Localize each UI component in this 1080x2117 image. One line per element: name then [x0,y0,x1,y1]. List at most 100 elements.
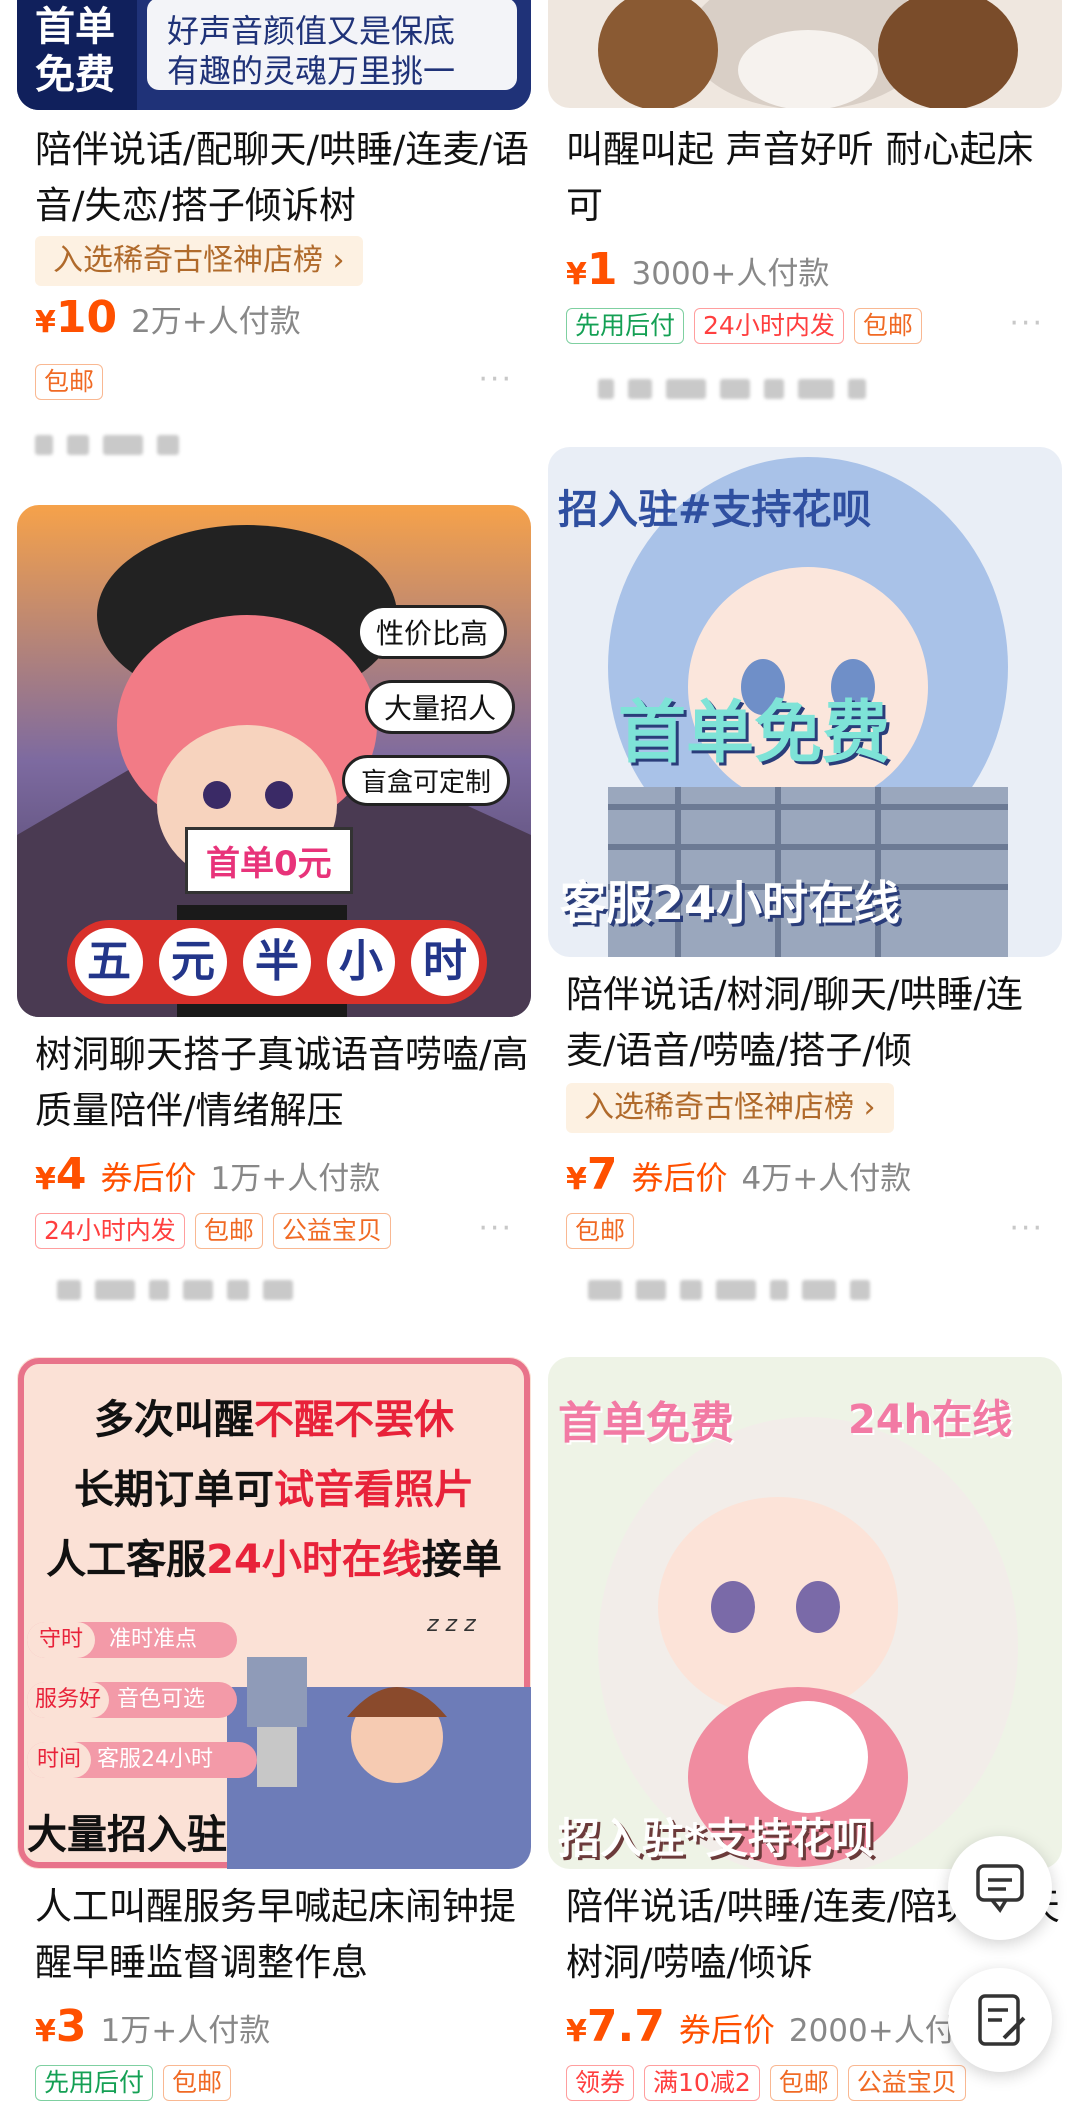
blurred-shop-info [598,372,866,406]
image-text: 接单 [421,1537,502,1583]
currency-symbol: ¥ [35,1162,56,1197]
price-row: ¥ 7 券后价 4万+人付款 [566,1149,911,1209]
pill-time: 时间 客服24小时 [27,1742,257,1778]
product-image-3[interactable]: 性价比高 大量招人 盲盒可定制 首单0元 五 元 半 小 时 [17,505,531,1017]
sold-count: 4万+人付款 [741,1161,912,1197]
first-order-free-sign: 首单0元 [185,827,353,894]
speech-bubble-recruiting: 大量招人 [365,680,516,734]
tag-ship-24h: 24小时内发 [35,1213,185,1249]
tag-charity: 公益宝贝 [272,1213,391,1249]
product-title-3[interactable]: 树洞聊天搭子真诚语音唠嗑/高质量陪伴/情绪解压 [35,1027,535,1139]
product-title-2[interactable]: 叫醒叫起 声音好听 耐心起床可 [566,122,1066,234]
product-card-1[interactable]: 首单 免费 好声音颜值又是保底 有趣的灵魂万里挑一 陪伴说话/配聊天/哄睡/连麦… [17,0,531,470]
price-value: 4 [55,1149,87,1200]
image-text-recruit-huabei: 招入驻#支持花呗 [558,487,872,533]
sold-count: 2万+人付款 [131,304,301,340]
image-text-24h-online: 24h在线 [848,1397,1013,1443]
tag-discount: 满10减2 [644,2065,760,2101]
product-title-4[interactable]: 陪伴说话/树洞/聊天/哄睡/连麦/语音/唠嗑/搭子/倾 [566,967,1066,1079]
line-service: 人工客服24小时在线接单 [17,1527,531,1585]
more-options-icon[interactable]: ··· [478,1211,513,1246]
pill-label: 时间 [27,1742,92,1778]
price-row: ¥ 10 2万+人付款 [35,292,301,352]
product-image-5[interactable]: 多次叫醒不醒不罢休 长期订单可试音看照片 人工客服24小时在线接单 z z z … [17,1357,531,1869]
product-image-art-2 [548,0,1062,108]
image-text-service-24h: 客服24小时在线 [560,876,901,930]
image-text-first-order-free: 首单免费 [618,694,891,773]
pill-value: 客服24小时 [97,1747,214,1772]
price-row: ¥ 1 3000+人付款 [566,244,829,304]
banner-char: 半 [243,928,311,996]
pill-service: 服务好 音色可选 [27,1682,237,1718]
rank-badge[interactable]: 入选稀奇古怪神店榜 › [566,1083,894,1133]
image-text: 长期订单可 [74,1467,274,1513]
tag-ship-24h: 24小时内发 [694,308,844,344]
image-text-highlight: 试音看照片 [274,1467,474,1513]
price-row: ¥ 7.7 券后价 2000+人付款 [566,2001,987,2061]
more-options-icon[interactable]: ··· [1009,1211,1044,1246]
blurred-shop-info [588,1273,870,1307]
product-card-4[interactable]: 招入驻#支持花呗 首单免费 客服24小时在线 陪伴说话/树洞/聊天/哄睡/连麦/… [548,447,1062,1305]
product-card-3[interactable]: 性价比高 大量招人 盲盒可定制 首单0元 五 元 半 小 时 树洞聊天搭子真诚语… [17,505,531,1305]
line-long-term: 长期订单可试音看照片 [17,1457,531,1515]
tag-free-shipping: 包邮 [163,2065,232,2101]
blurred-shop-info [57,1273,293,1307]
product-card-5[interactable]: 多次叫醒不醒不罢休 长期订单可试音看照片 人工客服24小时在线接单 z z z … [17,1357,531,2117]
product-image-2[interactable] [548,0,1062,108]
edit-note-icon [978,1994,1026,2046]
banner-char: 时 [411,928,479,996]
image-text-free: 免费 [35,52,115,98]
image-footer-recruit: 大量招入驻 [27,1812,227,1858]
tag-list: 包邮 [35,364,104,400]
price-row: ¥ 4 券后价 1万+人付款 [35,1149,380,1209]
tag-free-shipping: 包邮 [566,1213,635,1249]
tag-coupon[interactable]: 领券 [566,2065,635,2101]
banner-char: 小 [327,928,395,996]
tag-pay-later: 先用后付 [566,308,685,344]
tag-list: 领券 满10减2 包邮 公益宝贝 [566,2065,966,2101]
tag-list: 包邮 [566,1213,635,1249]
chat-bubble-icon [976,1864,1024,1914]
currency-symbol: ¥ [566,2014,587,2049]
tag-free-shipping: 包邮 [194,1213,263,1249]
after-coupon-label: 券后价 [631,1159,728,1197]
rank-badge[interactable]: 入选稀奇古怪神店榜 › [35,236,363,286]
after-coupon-label: 券后价 [678,2011,775,2049]
zzz-text: z z z [427,1612,476,1637]
edit-button[interactable] [948,1968,1052,2072]
price-value: 3 [55,2001,87,2052]
product-image-4[interactable]: 招入驻#支持花呗 首单免费 客服24小时在线 [548,447,1062,957]
product-title-1[interactable]: 陪伴说话/配聊天/哄睡/连麦/语音/失恋/搭子倾诉树 [35,122,535,234]
line-wake-multi: 多次叫醒不醒不罢休 [17,1387,531,1445]
pill-value: 准时准点 [109,1627,198,1652]
product-image-6[interactable]: 首单免费 24h在线 招入驻*支持花呗 [548,1357,1062,1869]
currency-symbol: ¥ [566,1162,587,1197]
price-value: 7.7 [586,2001,665,2052]
more-options-icon[interactable]: ··· [478,362,513,397]
banner-char: 五 [75,928,143,996]
product-title-5[interactable]: 人工叫醒服务早喊起床闹钟提醒早睡监督调整作息 [35,1879,535,1991]
price-value: 7 [586,1149,618,1200]
five-yuan-half-hour-banner: 五 元 半 小 时 [67,920,487,1004]
price-value: 1 [586,244,618,295]
chat-button[interactable] [948,1836,1052,1940]
image-text: 多次叫醒 [94,1397,254,1443]
image-text-slogan-2: 有趣的灵魂万里挑一 [167,52,456,90]
image-text-first-order-free: 首单免费 [558,1398,734,1449]
pill-value: 音色可选 [117,1687,206,1712]
image-text: 人工客服 [46,1537,207,1583]
product-card-2[interactable]: 叫醒叫起 声音好听 耐心起床可 ¥ 1 3000+人付款 先用后付 24小时内发… [548,0,1062,420]
tag-list: 24小时内发 包邮 公益宝贝 [35,1213,391,1249]
price-row: ¥ 3 1万+人付款 [35,2001,270,2061]
tag-list: 先用后付 24小时内发 包邮 [566,308,922,344]
price-value: 10 [55,292,118,343]
currency-symbol: ¥ [566,257,587,292]
image-text-highlight: 不醒不罢休 [254,1397,454,1443]
image-text-highlight: 24小时在线 [206,1537,422,1583]
more-options-icon[interactable]: ··· [1009,306,1044,341]
pill-label: 守时 [27,1622,96,1658]
after-coupon-label: 券后价 [100,1159,197,1197]
product-image-1[interactable]: 首单 免费 好声音颜值又是保底 有趣的灵魂万里挑一 [17,0,531,110]
pill-label: 服务好 [27,1682,110,1718]
sold-count: 1万+人付款 [100,2013,271,2049]
